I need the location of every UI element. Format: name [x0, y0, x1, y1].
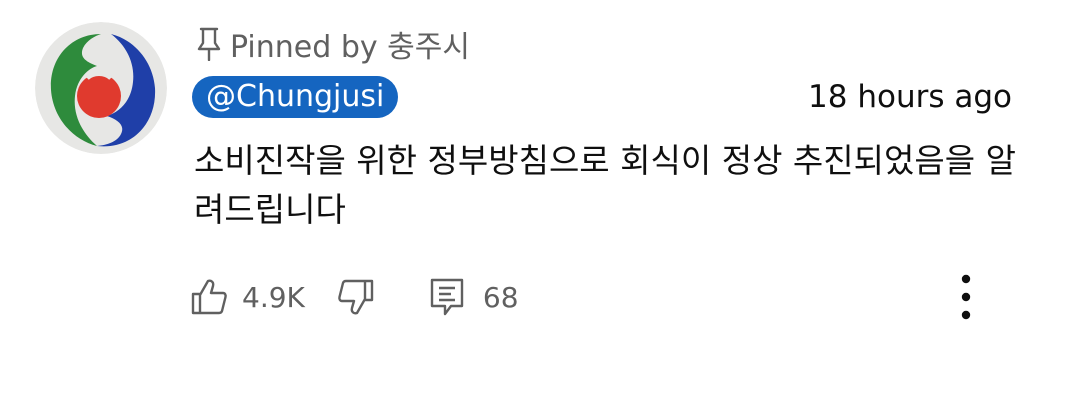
reply-button[interactable]: 68	[429, 277, 519, 317]
thumbs-down-icon	[338, 279, 374, 315]
pinned-label: Pinned by 충주시	[196, 22, 470, 66]
comment-text: 소비진작을 위한 정부방침으로 회식이 정상 추진되었음을 알려드립니다	[194, 141, 1016, 229]
pin-icon	[197, 27, 221, 61]
thumbs-up-icon	[191, 279, 227, 315]
more-vertical-icon	[961, 274, 971, 320]
avatar[interactable]	[35, 22, 167, 154]
reply-count: 68	[482, 280, 519, 314]
chungju-logo	[35, 22, 167, 154]
dislike-button[interactable]	[337, 278, 375, 316]
like-button[interactable]: 4.9K	[190, 278, 305, 316]
comment-icon	[430, 278, 464, 316]
more-options-button[interactable]	[948, 272, 988, 322]
pinned-text: Pinned by 충주시	[230, 30, 470, 65]
like-count: 4.9K	[242, 280, 305, 314]
author-handle[interactable]: @Chungjusi	[192, 76, 399, 118]
comment-actions: 4.9K 68	[190, 274, 519, 320]
comment-timestamp[interactable]: 18 hours ago	[808, 76, 1012, 118]
